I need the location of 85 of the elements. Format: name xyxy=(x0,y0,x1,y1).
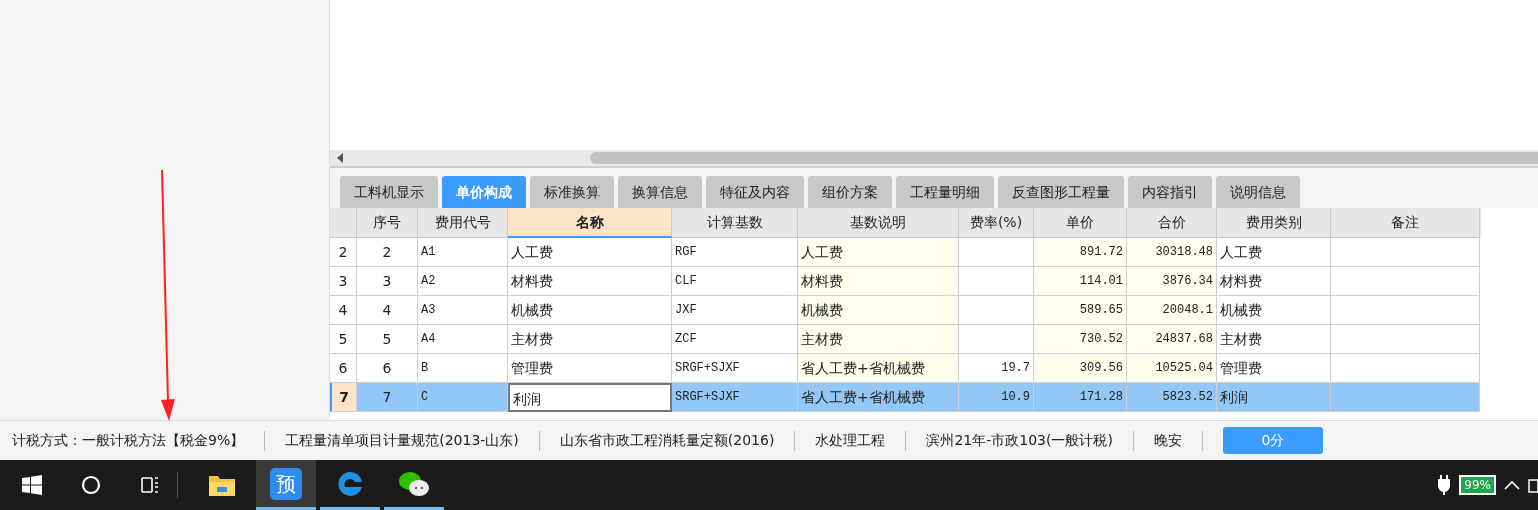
table-row[interactable]: 2 2 A1 人工费 RGF 人工费 891.72 30318.48 人工费 xyxy=(330,238,1481,267)
table-cell: C xyxy=(418,383,508,412)
search-icon[interactable] xyxy=(81,475,101,495)
table-cell: 3 xyxy=(357,267,418,296)
folder-icon xyxy=(208,473,236,497)
table-cell: 10525.04 xyxy=(1127,354,1217,383)
tab[interactable]: 工程量明细 xyxy=(896,176,994,208)
tab[interactable]: 说明信息 xyxy=(1216,176,1300,208)
column-header[interactable]: 序号 xyxy=(357,208,418,238)
horizontal-scrollbar[interactable] xyxy=(330,150,1538,168)
table-cell: 人工费 xyxy=(798,238,959,267)
table-cell: 730.52 xyxy=(1034,325,1127,354)
table-cell: A2 xyxy=(418,267,508,296)
status-text: 水处理工程 xyxy=(815,431,886,450)
tray-icon[interactable] xyxy=(1528,476,1538,494)
table-cell: 主材费 xyxy=(508,325,672,354)
table-cell: 891.72 xyxy=(1034,238,1127,267)
column-header[interactable]: 计算基数 xyxy=(672,208,798,238)
tab[interactable]: 特征及内容 xyxy=(706,176,804,208)
tab[interactable]: 内容指引 xyxy=(1128,176,1212,208)
tab[interactable]: 组价方案 xyxy=(808,176,892,208)
table-cell: 309.56 xyxy=(1034,354,1127,383)
table-cell[interactable]: 3 xyxy=(330,267,357,296)
table-cell: 10.9 xyxy=(959,383,1034,412)
table-cell: 人工费 xyxy=(508,238,672,267)
task-view-icon[interactable] xyxy=(140,475,160,495)
scrollbar-thumb[interactable] xyxy=(590,152,1538,164)
table-row[interactable]: 3 3 A2 材料费 CLF 材料费 114.01 3876.34 材料费 xyxy=(330,267,1481,296)
table-cell: 589.65 xyxy=(1034,296,1127,325)
column-header[interactable]: 备注 xyxy=(1331,208,1480,238)
table-cell: 24837.68 xyxy=(1127,325,1217,354)
status-text: 山东省市政工程消耗量定额(2016) xyxy=(559,431,775,450)
table-row[interactable]: 5 5 A4 主材费 ZCF 主材费 730.52 24837.68 主材费 xyxy=(330,325,1481,354)
table-cell[interactable]: 7 xyxy=(330,383,357,412)
status-text: 晚安 xyxy=(1153,431,1182,450)
table-cell: 主材费 xyxy=(1217,325,1331,354)
table-cell: 人工费 xyxy=(1217,238,1331,267)
browser-icon xyxy=(336,469,364,498)
table-cell: 材料费 xyxy=(508,267,672,296)
table-cell: 材料费 xyxy=(798,267,959,296)
status-text: 计税方式：一般计税方法【税金9%】 xyxy=(12,431,245,450)
table-row[interactable]: 6 6 B 管理费 SRGF+SJXF 省人工费+省机械费 19.7 309.56 10525.04 管理费 xyxy=(330,354,1481,383)
table-cell: 机械费 xyxy=(798,296,959,325)
tab[interactable]: 工料机显示 xyxy=(340,176,438,208)
scroll-left-icon[interactable] xyxy=(336,153,344,163)
table-cell: 材料费 xyxy=(1217,267,1331,296)
table-cell: 30318.48 xyxy=(1127,238,1217,267)
table-cell: 114.01 xyxy=(1034,267,1127,296)
table-cell: 省人工费+省机械费 xyxy=(798,383,959,412)
table-cell: 5 xyxy=(357,325,418,354)
table-row[interactable]: 7 7 C 利润 SRGF+SJXF 省人工费+省机械费 10.9 171.28 5823.52 利润 xyxy=(330,383,1481,412)
tab[interactable]: 反查图形工程量 xyxy=(998,176,1124,208)
table-cell[interactable]: 2 xyxy=(330,238,357,267)
table-cell: 利润 xyxy=(1217,383,1331,412)
tab[interactable]: 换算信息 xyxy=(618,176,702,208)
status-text: 滨州21年-市政103(一般计税) xyxy=(926,431,1113,450)
table-cell: 20048.1 xyxy=(1127,296,1217,325)
table-cell: A4 xyxy=(418,325,508,354)
table-cell: 主材费 xyxy=(798,325,959,354)
status-text: 工程量清单项目计量规范(2013-山东) xyxy=(285,431,519,450)
table-cell: A3 xyxy=(418,296,508,325)
table-row[interactable]: 4 4 A3 机械费 JXF 机械费 589.65 20048.1 机械费 xyxy=(330,296,1481,325)
table-cell: 省人工费+省机械费 xyxy=(798,354,959,383)
table-cell[interactable]: 4 xyxy=(330,296,357,325)
power-plug-icon xyxy=(1437,474,1452,496)
table-cell: 3876.34 xyxy=(1127,267,1217,296)
chevron-up-icon[interactable] xyxy=(1504,480,1520,490)
chat-bubbles-icon xyxy=(398,469,430,498)
table-cell: 2 xyxy=(357,238,418,267)
table-cell: 7 xyxy=(357,383,418,412)
table-cell: SRGF+SJXF xyxy=(672,383,798,412)
column-header[interactable]: 名称 xyxy=(508,208,672,238)
table-cell: A1 xyxy=(418,238,508,267)
table-cell: 171.28 xyxy=(1034,383,1127,412)
column-header[interactable]: 费率(%) xyxy=(959,208,1034,238)
table-cell[interactable]: 6 xyxy=(330,354,357,383)
table-cell: 4 xyxy=(357,296,418,325)
table-cell: 5823.52 xyxy=(1127,383,1217,412)
start-icon[interactable] xyxy=(22,475,42,495)
table-cell[interactable]: 5 xyxy=(330,325,357,354)
column-header[interactable]: 费用类别 xyxy=(1217,208,1331,238)
table-cell: 利润 xyxy=(508,383,672,412)
table-cell: 机械费 xyxy=(1217,296,1331,325)
table-cell: 机械费 xyxy=(508,296,672,325)
tab[interactable]: 标准换算 xyxy=(530,176,614,208)
